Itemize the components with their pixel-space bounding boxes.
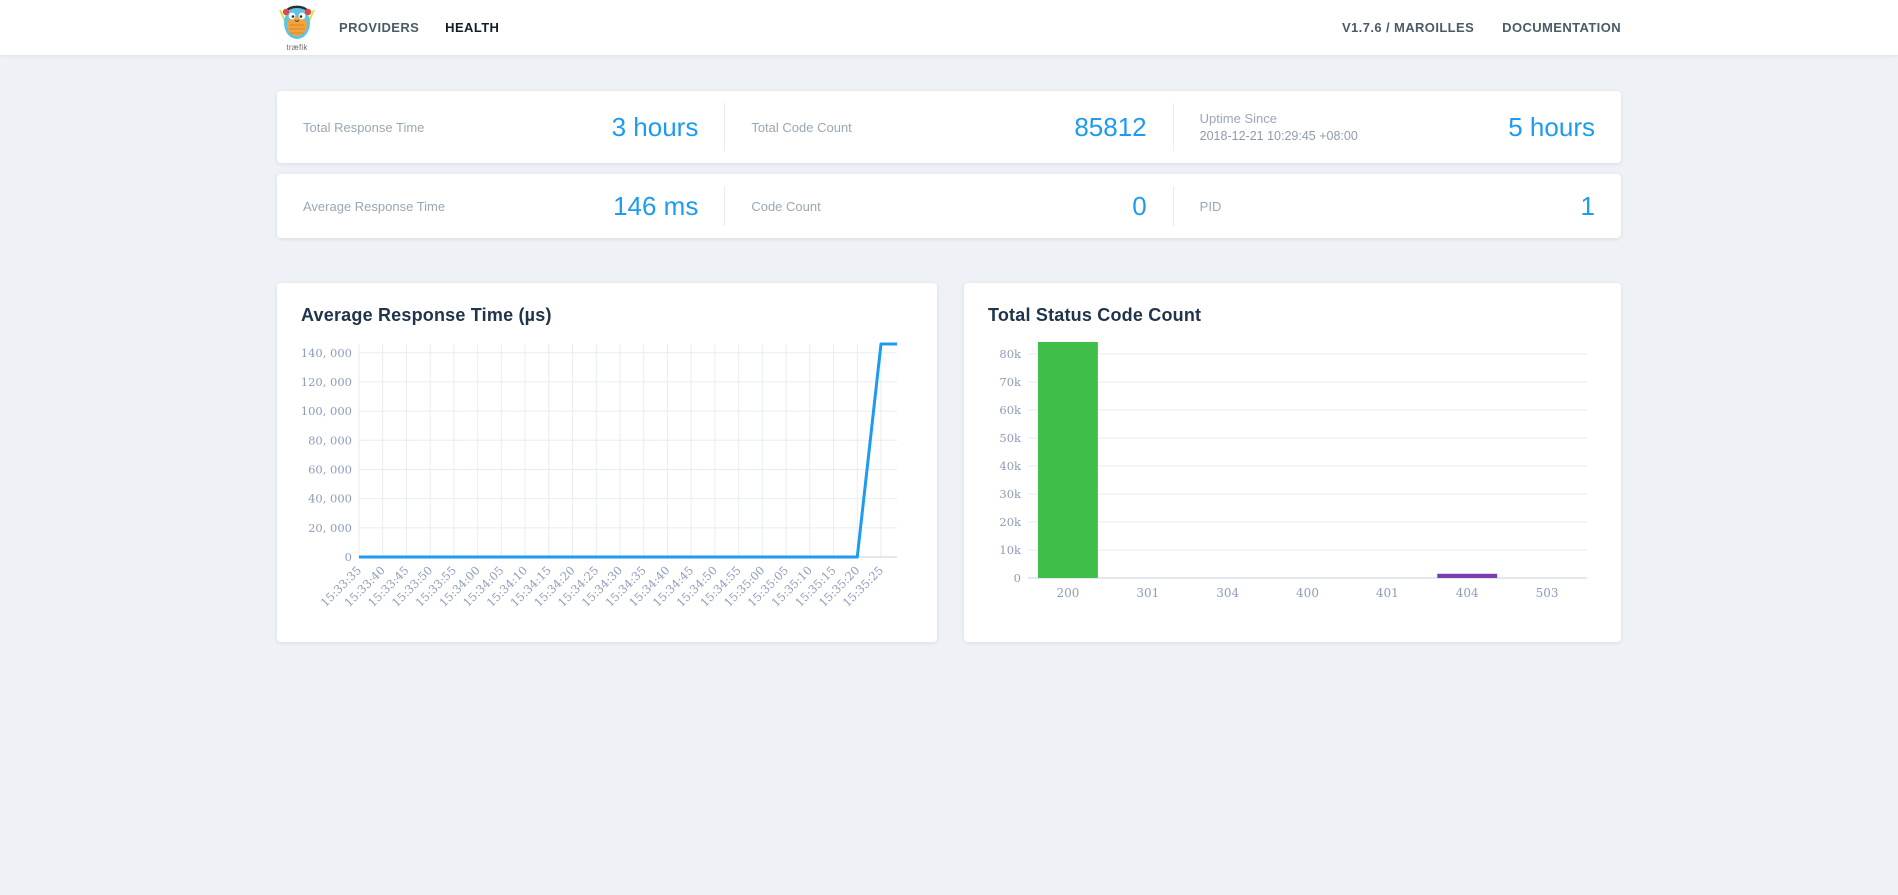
traefik-logo-text: træfik bbox=[286, 43, 308, 52]
svg-text:50k: 50k bbox=[999, 431, 1022, 445]
stat-value: 1 bbox=[1580, 190, 1595, 221]
nav-link-providers[interactable]: PROVIDERS bbox=[339, 20, 419, 35]
traefik-mascot-icon bbox=[277, 3, 317, 45]
svg-text:301: 301 bbox=[1136, 586, 1159, 600]
svg-text:304: 304 bbox=[1216, 586, 1239, 600]
stat-pid: PID 1 bbox=[1172, 186, 1621, 226]
navbar-right: V1.7.6 / MAROILLES DOCUMENTATION bbox=[1314, 20, 1621, 35]
stat-value: 0 bbox=[1132, 190, 1147, 221]
svg-text:404: 404 bbox=[1456, 586, 1479, 600]
svg-text:40k: 40k bbox=[999, 459, 1022, 473]
svg-text:401: 401 bbox=[1376, 586, 1399, 600]
stat-total-code-count: Total Code Count 85812 bbox=[724, 103, 1172, 151]
nav-link-documentation[interactable]: DOCUMENTATION bbox=[1502, 20, 1621, 35]
svg-text:100, 000: 100, 000 bbox=[301, 404, 352, 418]
traefik-logo[interactable]: træfik bbox=[277, 3, 317, 52]
svg-text:400: 400 bbox=[1296, 586, 1319, 600]
svg-text:503: 503 bbox=[1536, 586, 1559, 600]
stat-total-response-time: Total Response Time 3 hours bbox=[277, 103, 724, 151]
svg-text:60k: 60k bbox=[999, 403, 1022, 417]
main-content: Total Response Time 3 hours Total Code C… bbox=[277, 91, 1621, 642]
svg-text:120, 000: 120, 000 bbox=[301, 375, 352, 389]
svg-text:20k: 20k bbox=[999, 515, 1022, 529]
svg-text:60, 000: 60, 000 bbox=[308, 462, 352, 476]
stat-label-group: Uptime Since 2018-12-21 10:29:45 +08:00 bbox=[1200, 111, 1358, 143]
stats-card-row2: Average Response Time 146 ms Code Count … bbox=[277, 174, 1621, 238]
svg-text:30k: 30k bbox=[999, 487, 1022, 501]
nav-link-version[interactable]: V1.7.6 / MAROILLES bbox=[1342, 20, 1474, 35]
svg-text:80k: 80k bbox=[999, 347, 1022, 361]
response-time-line-chart: 0 20, 000 40, 000 60, 000 80, 000 100, 000 120… bbox=[301, 342, 897, 610]
top-navbar: træfik PROVIDERS HEALTH V1.7.6 / MAROILL… bbox=[0, 0, 1898, 56]
svg-text:10k: 10k bbox=[999, 543, 1022, 557]
stat-label: Total Code Count bbox=[751, 119, 852, 135]
chart-title-status-code: Total Status Code Count bbox=[988, 305, 1202, 325]
svg-text:20, 000: 20, 000 bbox=[308, 521, 352, 535]
svg-text:140, 000: 140, 000 bbox=[301, 346, 352, 360]
stat-label: Code Count bbox=[751, 198, 821, 214]
stat-uptime-since: Uptime Since 2018-12-21 10:29:45 +08:00 … bbox=[1172, 103, 1621, 151]
stat-value: 85812 bbox=[1074, 111, 1147, 142]
nav-link-health[interactable]: HEALTH bbox=[445, 20, 499, 35]
stat-average-response-time: Average Response Time 146 ms bbox=[277, 186, 724, 226]
chart-title-response-time: Average Response Time (µs) bbox=[301, 305, 552, 325]
stat-value: 146 ms bbox=[613, 190, 699, 221]
response-time-chart-card: Average Response Time (µs) 0 20, 000 40, 0… bbox=[277, 283, 937, 642]
stat-label: Average Response Time bbox=[303, 198, 446, 214]
status-code-chart-card: Total Status Code Count 0 10k 20k 30k 40k 50k… bbox=[964, 283, 1621, 642]
svg-text:40, 000: 40, 000 bbox=[308, 492, 352, 506]
stat-label: PID bbox=[1199, 198, 1222, 214]
stat-label: Uptime Since bbox=[1199, 111, 1277, 126]
charts-row: Average Response Time (µs) 0 20, 000 40, 0… bbox=[277, 283, 1621, 642]
svg-text:80, 000: 80, 000 bbox=[308, 433, 352, 447]
svg-text:200: 200 bbox=[1056, 586, 1079, 600]
stat-value: 5 hours bbox=[1508, 111, 1595, 142]
svg-text:0: 0 bbox=[345, 550, 352, 564]
stat-value: 3 hours bbox=[611, 111, 699, 142]
stat-label: Total Response Time bbox=[303, 119, 425, 135]
stats-card-row1: Total Response Time 3 hours Total Code C… bbox=[277, 91, 1621, 163]
svg-text:0: 0 bbox=[1014, 571, 1021, 585]
stat-sublabel: 2018-12-21 10:29:45 +08:00 bbox=[1199, 129, 1358, 143]
status-code-bar-chart: 0 10k 20k 30k 40k 50k 60k 70k 80k 200 301 304 400 401… bbox=[999, 341, 1587, 600]
stat-code-count: Code Count 0 bbox=[724, 186, 1172, 226]
navbar-inner: træfik PROVIDERS HEALTH V1.7.6 / MAROILL… bbox=[277, 0, 1621, 55]
svg-text:70k: 70k bbox=[999, 375, 1022, 389]
